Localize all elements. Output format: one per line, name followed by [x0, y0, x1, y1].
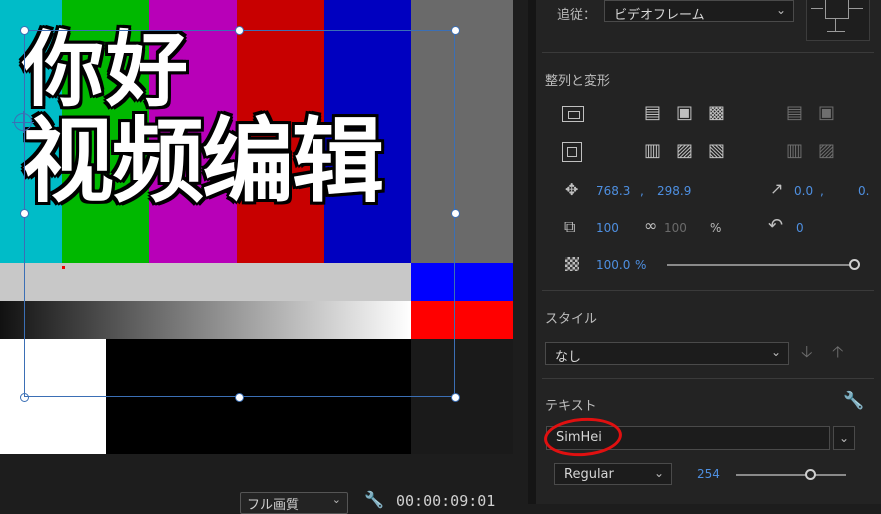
- push-down-arrow-icon[interactable]: 🡣: [801, 344, 813, 360]
- align-vertical-center-icon[interactable]: [562, 142, 582, 162]
- style-section-title: スタイル: [545, 312, 598, 327]
- follow-label: 追従：: [557, 8, 597, 23]
- position-x-value[interactable]: 768.3: [596, 184, 630, 198]
- distribute-vertical-icon[interactable]: ▤: [786, 104, 803, 122]
- handle-middle-right[interactable]: [451, 209, 460, 218]
- font-size-slider-knob[interactable]: [805, 469, 816, 480]
- position-y-value[interactable]: 298.9: [657, 184, 691, 198]
- handle-bottom-left[interactable]: [20, 393, 29, 402]
- anchor-point-icon: ↗: [770, 179, 784, 198]
- scale-linked-value: 100: [664, 221, 687, 235]
- alignment-preview-widget[interactable]: [806, 0, 870, 41]
- chevron-down-icon: ⌄: [770, 345, 781, 359]
- handle-bottom-right[interactable]: [451, 393, 460, 402]
- align-center-icon[interactable]: ▨: [676, 142, 693, 160]
- text-bounding-box[interactable]: [24, 30, 455, 397]
- distribute-horizontal-icon[interactable]: ▥: [786, 142, 803, 160]
- align-right-icon[interactable]: ▧: [708, 142, 725, 160]
- scale-value[interactable]: 100: [596, 221, 619, 235]
- opacity-slider-track[interactable]: [667, 264, 853, 266]
- scale-unit: %: [710, 221, 722, 235]
- opacity-slider-knob[interactable]: [849, 259, 860, 270]
- timecode-display: 00:00:09:01: [396, 492, 496, 510]
- style-dropdown[interactable]: なし ⌄: [545, 342, 789, 365]
- rotation-icon: ↶: [768, 215, 784, 236]
- font-size-value[interactable]: 254: [697, 467, 720, 481]
- text-section-title: テキスト: [545, 399, 597, 414]
- rotation-value[interactable]: 0: [796, 221, 804, 235]
- follow-dropdown[interactable]: ビデオフレーム ⌄: [604, 0, 794, 23]
- chevron-down-icon: ⌄: [331, 493, 341, 506]
- align-left-icon[interactable]: ▥: [644, 142, 661, 160]
- handle-middle-left[interactable]: [20, 209, 29, 218]
- align-middle-icon[interactable]: ▣: [676, 104, 693, 122]
- opacity-unit: %: [635, 258, 647, 272]
- scale-icon: ⧉: [564, 217, 576, 236]
- font-style-value: Regular: [564, 467, 614, 482]
- align-bottom-icon[interactable]: ▩: [708, 104, 725, 122]
- chevron-down-icon: ⌄: [653, 466, 664, 480]
- position-move-icon: ✥: [565, 180, 579, 199]
- distribute-vertical-spacing-icon[interactable]: ▣: [818, 104, 835, 122]
- video-preview[interactable]: 你好 视频编辑: [0, 0, 513, 454]
- text-cursor-marker: [62, 266, 65, 269]
- opacity-checker-icon: [565, 257, 579, 271]
- section-divider: [542, 378, 874, 379]
- position-separator: ,: [640, 184, 644, 198]
- align-top-icon[interactable]: ▤: [644, 104, 661, 122]
- section-divider: [542, 52, 874, 53]
- panel-divider[interactable]: [528, 0, 536, 504]
- font-dropdown-chevron-icon[interactable]: ⌄: [833, 426, 855, 450]
- anchor-y-value[interactable]: 0.: [858, 184, 869, 198]
- font-style-dropdown[interactable]: Regular ⌄: [554, 463, 672, 485]
- wrench-icon[interactable]: 🔧: [843, 393, 864, 410]
- align-horizontal-center-icon[interactable]: [562, 106, 584, 122]
- link-icon[interactable]: ∞: [644, 218, 657, 234]
- handle-top-right[interactable]: [451, 26, 460, 35]
- wrench-icon[interactable]: 🔧: [364, 490, 384, 509]
- follow-value: ビデオフレーム: [614, 8, 705, 23]
- handle-top-left[interactable]: [20, 26, 29, 35]
- style-value: なし: [555, 350, 582, 365]
- section-divider: [542, 290, 874, 291]
- quality-label: フル画質: [247, 498, 300, 513]
- handle-top-center[interactable]: [235, 26, 244, 35]
- font-size-slider-track[interactable]: [736, 474, 846, 476]
- anchor-separator: ,: [820, 184, 824, 198]
- opacity-value[interactable]: 100.0: [596, 258, 630, 272]
- align-transform-title: 整列と変形: [545, 74, 611, 89]
- anchor-x-value[interactable]: 0.0: [794, 184, 813, 198]
- playback-quality-select[interactable]: フル画質 ⌄: [240, 492, 348, 514]
- handle-bottom-center[interactable]: [235, 393, 244, 402]
- push-up-arrow-icon[interactable]: 🡡: [832, 344, 844, 360]
- anchor-point-icon[interactable]: [12, 111, 34, 133]
- chevron-down-icon: ⌄: [775, 3, 786, 17]
- distribute-horizontal-spacing-icon[interactable]: ▨: [818, 142, 835, 160]
